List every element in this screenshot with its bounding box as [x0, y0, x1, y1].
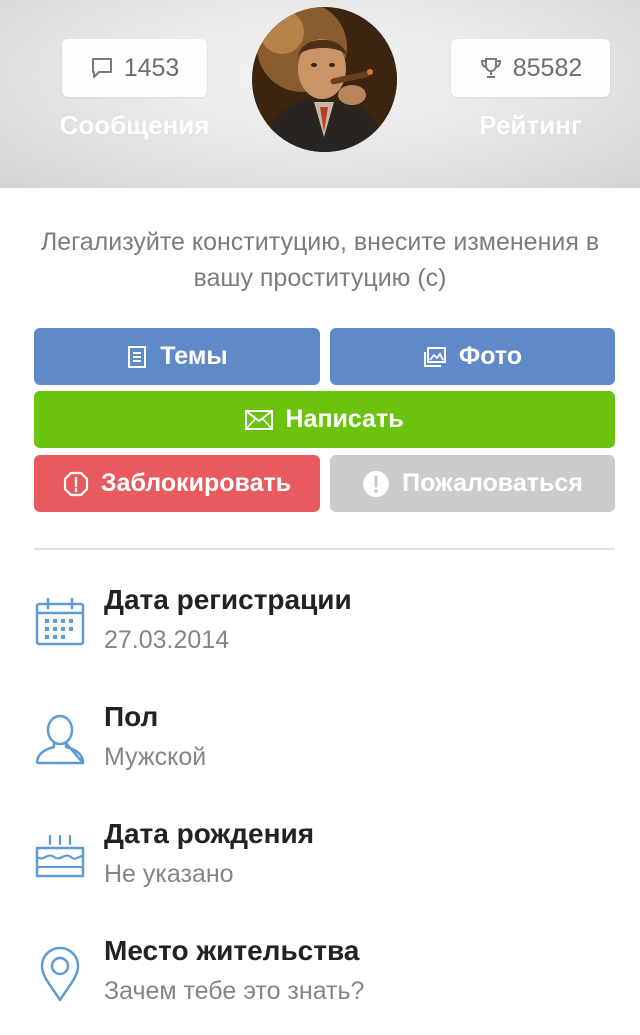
- info-title: Пол: [104, 701, 159, 732]
- cake-icon: [34, 832, 86, 885]
- photos-button-label: Фото: [458, 342, 523, 370]
- profile-header: 1453 Сообщения 85582 Рейтинг: [0, 0, 640, 188]
- photo-icon: [423, 346, 447, 368]
- section-divider: [34, 548, 615, 550]
- topics-button-label: Темы: [160, 342, 228, 370]
- block-button-label: Заблокировать: [100, 469, 292, 497]
- write-message-button[interactable]: Написать: [34, 391, 615, 448]
- envelope-icon: [245, 409, 274, 430]
- speech-bubble-icon: [90, 56, 114, 80]
- report-user-button[interactable]: Пожаловаться: [330, 455, 615, 512]
- block-user-button[interactable]: Заблокировать: [34, 455, 320, 512]
- info-title: Дата регистрации: [104, 584, 352, 615]
- info-title: Дата рождения: [104, 818, 315, 849]
- write-button-label: Написать: [285, 405, 404, 433]
- info-value: 27.03.2014: [104, 626, 230, 654]
- info-row-gender: Пол Мужской: [0, 701, 640, 801]
- photos-button[interactable]: Фото: [330, 328, 615, 385]
- exclamation-circle-icon: [362, 470, 390, 498]
- topics-button[interactable]: Темы: [34, 328, 320, 385]
- info-value: Мужской: [104, 743, 207, 771]
- rating-counter[interactable]: 85582: [451, 39, 610, 97]
- location-pin-icon: [34, 945, 86, 1008]
- info-value: Зачем тебе это знать?: [104, 977, 365, 1005]
- info-title: Место жительства: [104, 935, 360, 966]
- rating-count: 85582: [512, 53, 583, 82]
- messages-counter[interactable]: 1453: [62, 39, 207, 97]
- trophy-icon: [479, 56, 503, 80]
- info-row-registration-date: Дата регистрации 27.03.2014: [0, 584, 640, 684]
- status-text: Легализуйте конституцию, внесите изменен…: [40, 228, 600, 292]
- messages-count: 1453: [123, 53, 180, 82]
- info-value: Не указано: [104, 860, 234, 888]
- report-button-label: Пожаловаться: [402, 469, 583, 497]
- messages-label: Сообщения: [59, 110, 210, 140]
- stop-sign-icon: [63, 471, 89, 497]
- person-icon: [34, 713, 86, 772]
- calendar-icon: [34, 596, 86, 653]
- info-row-birth-date: Дата рождения Не указано: [0, 818, 640, 918]
- rating-label: Рейтинг: [479, 110, 582, 140]
- document-icon: [126, 345, 148, 369]
- avatar[interactable]: [252, 7, 397, 152]
- info-row-residence: Место жительства Зачем тебе это знать?: [0, 935, 640, 1035]
